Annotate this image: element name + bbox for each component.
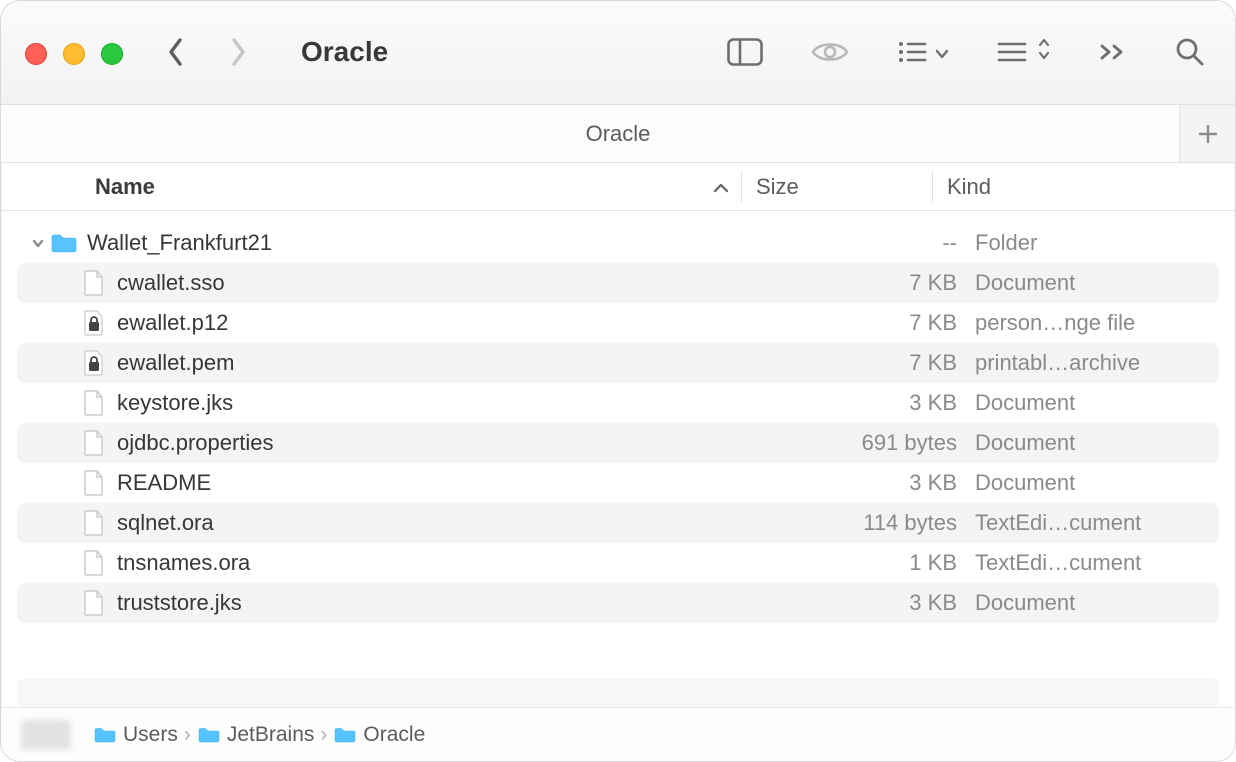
file-size: 1 KB: [783, 550, 975, 576]
path-bar: Users›JetBrains›Oracle: [1, 707, 1235, 761]
toolbar: [727, 37, 1205, 67]
forward-button[interactable]: [225, 35, 251, 69]
file-kind: Document: [975, 270, 1219, 296]
file-row[interactable]: ewallet.p127 KBperson…nge file: [17, 303, 1219, 343]
file-row[interactable]: keystore.jks3 KBDocument: [17, 383, 1219, 423]
file-name: tnsnames.ora: [117, 550, 783, 576]
path-segment[interactable]: Users: [93, 723, 178, 747]
file-name: ewallet.p12: [117, 310, 783, 336]
folder-size: --: [783, 230, 975, 256]
file-row[interactable]: ewallet.pem7 KBprintabl…archive: [17, 343, 1219, 383]
file-size: 7 KB: [783, 270, 975, 296]
column-name-label: Name: [95, 174, 155, 200]
column-kind-label: Kind: [947, 174, 991, 199]
file-kind: Document: [975, 470, 1219, 496]
file-row[interactable]: cwallet.sso7 KBDocument: [17, 263, 1219, 303]
overflow-button[interactable]: [1099, 43, 1127, 61]
file-name: cwallet.sso: [117, 270, 783, 296]
file-size: 3 KB: [783, 470, 975, 496]
document-icon: [79, 429, 109, 457]
zoom-window-button[interactable]: [101, 43, 123, 65]
path-segment[interactable]: JetBrains: [197, 723, 315, 747]
file-kind: printabl…archive: [975, 350, 1219, 376]
document-icon: [79, 389, 109, 417]
toggle-sidebar-button[interactable]: [727, 38, 763, 66]
file-size: 7 KB: [783, 350, 975, 376]
file-list: Wallet_Frankfurt21 -- Folder cwallet.sso…: [1, 211, 1235, 679]
document-icon: [79, 589, 109, 617]
file-size: 7 KB: [783, 310, 975, 336]
folder-kind: Folder: [975, 230, 1219, 256]
file-name: keystore.jks: [117, 390, 783, 416]
file-row[interactable]: truststore.jks3 KBDocument: [17, 583, 1219, 623]
column-size[interactable]: Size: [742, 174, 932, 200]
document-icon: [79, 469, 109, 497]
file-name: truststore.jks: [117, 590, 783, 616]
file-kind: TextEdi…cument: [975, 510, 1219, 536]
file-kind: Document: [975, 430, 1219, 456]
disk-icon[interactable]: [21, 720, 71, 750]
file-row[interactable]: tnsnames.ora1 KBTextEdi…cument: [17, 543, 1219, 583]
quick-look-button[interactable]: [811, 40, 849, 64]
folder-icon: [49, 232, 79, 254]
file-name: ojdbc.properties: [117, 430, 783, 456]
path-label: JetBrains: [227, 723, 315, 747]
file-name: sqlnet.ora: [117, 510, 783, 536]
chevron-right-icon: ›: [320, 723, 327, 747]
file-size: 3 KB: [783, 390, 975, 416]
status-bar: [17, 679, 1219, 707]
file-kind: Document: [975, 590, 1219, 616]
column-name[interactable]: Name: [95, 174, 741, 200]
file-name: README: [117, 470, 783, 496]
document-icon: [79, 269, 109, 297]
nav-buttons: [163, 35, 251, 69]
certificate-icon: [79, 349, 109, 377]
chevron-down-icon: [935, 39, 949, 65]
path-label: Users: [123, 723, 178, 747]
file-kind: person…nge file: [975, 310, 1219, 336]
folder-row[interactable]: Wallet_Frankfurt21 -- Folder: [17, 223, 1219, 263]
file-row[interactable]: ojdbc.properties691 bytesDocument: [17, 423, 1219, 463]
disclosure-triangle[interactable]: [27, 236, 49, 250]
path-label: Oracle: [363, 723, 425, 747]
minimize-window-button[interactable]: [63, 43, 85, 65]
file-row[interactable]: sqlnet.ora114 bytesTextEdi…cument: [17, 503, 1219, 543]
document-icon: [79, 549, 109, 577]
window-title: Oracle: [301, 36, 388, 68]
document-icon: [79, 509, 109, 537]
action-menu-button[interactable]: [997, 38, 1051, 66]
file-kind: Document: [975, 390, 1219, 416]
file-name: ewallet.pem: [117, 350, 783, 376]
file-row[interactable]: README3 KBDocument: [17, 463, 1219, 503]
file-kind: TextEdi…cument: [975, 550, 1219, 576]
column-kind[interactable]: Kind: [933, 174, 1235, 200]
group-by-button[interactable]: [897, 39, 949, 65]
certificate-icon: [79, 309, 109, 337]
path-segment[interactable]: Oracle: [333, 723, 425, 747]
file-size: 3 KB: [783, 590, 975, 616]
window-controls: [25, 43, 123, 65]
finder-window: Oracle: [0, 0, 1236, 762]
folder-name: Wallet_Frankfurt21: [87, 230, 783, 256]
file-size: 114 bytes: [783, 510, 975, 536]
close-window-button[interactable]: [25, 43, 47, 65]
chevron-right-icon: ›: [184, 723, 191, 747]
column-size-label: Size: [756, 174, 799, 199]
sort-ascending-icon: [713, 174, 729, 200]
back-button[interactable]: [163, 35, 189, 69]
titlebar: Oracle: [1, 1, 1235, 105]
tab-bar: Oracle: [1, 105, 1235, 163]
tab-oracle[interactable]: Oracle: [1, 105, 1235, 162]
search-button[interactable]: [1175, 37, 1205, 67]
file-size: 691 bytes: [783, 430, 975, 456]
new-tab-button[interactable]: [1179, 105, 1235, 162]
sort-arrows-icon: [1037, 38, 1051, 66]
column-header: Name Size Kind: [1, 163, 1235, 211]
